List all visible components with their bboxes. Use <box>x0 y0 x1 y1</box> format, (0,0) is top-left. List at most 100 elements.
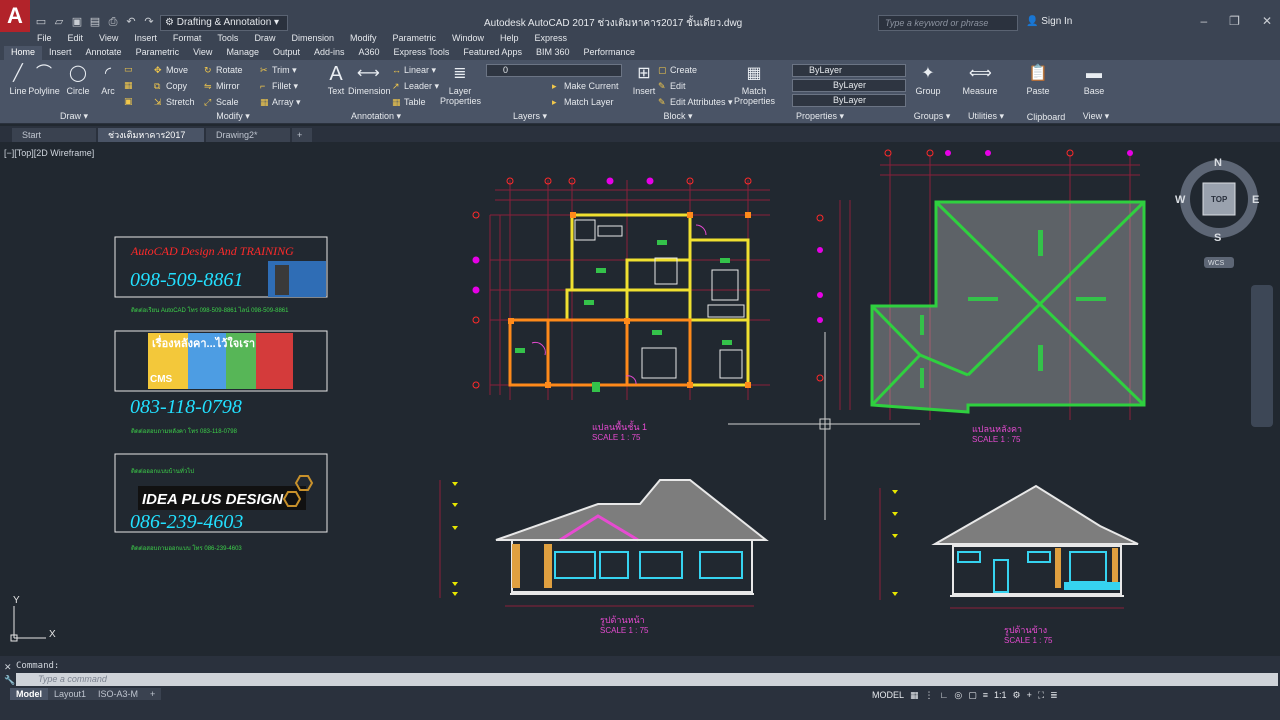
workspace-switcher[interactable]: ⚙ Drafting & Annotation ▾ <box>160 15 288 31</box>
panel-block-title[interactable]: Block ▾ <box>626 111 730 122</box>
grid-icon[interactable]: ▦ <box>910 688 919 702</box>
menu-insert[interactable]: Insert <box>134 32 157 46</box>
rotate-button[interactable]: ↻ Rotate <box>204 65 243 76</box>
dimension-button[interactable]: ⟷ Dimension <box>348 64 391 96</box>
restore-icon[interactable]: ❐ <box>1229 14 1240 28</box>
menu-dimension[interactable]: Dimension <box>291 32 334 46</box>
panel-properties-title[interactable]: Properties ▾ <box>732 111 908 122</box>
osnap-icon[interactable]: ▢ <box>968 688 977 702</box>
doc-tab-start[interactable]: Start <box>12 128 96 142</box>
match-properties-button[interactable]: ▦ Match Properties <box>734 64 775 106</box>
add-layout-icon[interactable]: + <box>144 688 162 700</box>
redo-icon[interactable]: ↷ <box>142 15 156 29</box>
save-icon[interactable]: ▣ <box>70 15 84 29</box>
table-button[interactable]: ▦ Table <box>392 97 426 108</box>
tab-insert[interactable]: Insert <box>42 46 79 60</box>
mirror-button[interactable]: ⇋ Mirror <box>204 81 240 92</box>
menu-modify[interactable]: Modify <box>350 32 377 46</box>
match-layer-button[interactable]: ▸ Match Layer <box>552 97 614 108</box>
edit-block-button[interactable]: ✎ Edit <box>658 81 686 92</box>
lineweight-icon[interactable]: ≡ <box>983 688 988 702</box>
insert-button[interactable]: ⊞ Insert <box>626 64 662 96</box>
edit-attributes-button[interactable]: ✎ Edit Attributes ▾ <box>658 97 733 108</box>
make-current-button[interactable]: ▸ Make Current <box>552 81 619 92</box>
sign-in-button[interactable]: 👤 Sign In <box>1026 16 1072 27</box>
gear-icon[interactable]: ⚙ <box>1013 688 1021 702</box>
layout-tab-layout1[interactable]: Layout1 <box>48 688 93 700</box>
panel-view-title[interactable]: View ▾ <box>1076 111 1116 122</box>
panel-annotation-title[interactable]: Annotation ▾ <box>318 111 434 122</box>
region-button[interactable]: ▣ <box>124 96 136 107</box>
group-button[interactable]: ✦ Group <box>910 64 946 96</box>
panel-groups-title[interactable]: Groups ▾ <box>910 111 954 122</box>
panel-layers-title[interactable]: Layers ▾ <box>436 111 624 122</box>
tab-view[interactable]: View <box>186 46 219 60</box>
menu-draw[interactable]: Draw <box>254 32 275 46</box>
doc-tab-current[interactable]: ช่วงเติมหาคาร2017 ชั้นเดียว <box>98 128 204 154</box>
autocad-logo-icon[interactable]: A <box>0 0 30 32</box>
doc-tab-drawing2[interactable]: Drawing2* <box>206 128 290 142</box>
arc-button[interactable]: ◜ Arc <box>90 64 126 96</box>
stretch-button[interactable]: ⇲ Stretch <box>154 97 195 108</box>
search-input[interactable]: Type a keyword or phrase <box>878 15 1018 31</box>
layer-dropdown[interactable]: 0 <box>486 64 622 77</box>
move-button[interactable]: ✥ Move <box>154 65 188 76</box>
polyline-button[interactable]: ⌒ Polyline <box>26 64 62 96</box>
rectangle-button[interactable]: ▭ <box>124 64 136 75</box>
measure-button[interactable]: ⟺ Measure <box>960 64 1000 96</box>
tab-output[interactable]: Output <box>266 46 307 60</box>
tab-bim-360[interactable]: BIM 360 <box>529 46 577 60</box>
fullscreen-icon[interactable]: ⛶ <box>1038 688 1044 702</box>
ortho-icon[interactable]: ∟ <box>940 688 949 702</box>
tab-performance[interactable]: Performance <box>576 46 642 60</box>
lineweight-dropdown[interactable]: ByLayer <box>792 94 906 107</box>
new-tab-icon[interactable]: + <box>292 128 312 142</box>
tab-parametric[interactable]: Parametric <box>129 46 187 60</box>
tab-a360[interactable]: A360 <box>352 46 387 60</box>
polar-icon[interactable]: ◎ <box>954 688 962 702</box>
menu-express[interactable]: Express <box>535 32 568 46</box>
tab-home[interactable]: Home <box>4 46 43 60</box>
close-icon[interactable]: ✕ <box>1262 14 1272 28</box>
annotation-scale-button[interactable]: 1:1 <box>994 688 1007 702</box>
tab-featured-apps[interactable]: Featured Apps <box>456 46 529 60</box>
color-dropdown[interactable]: ByLayer <box>792 64 906 77</box>
menu-tools[interactable]: Tools <box>217 32 238 46</box>
print-icon[interactable]: ⎙ <box>106 15 120 29</box>
base-button[interactable]: ▬ Base <box>1076 64 1112 96</box>
layout-tab-iso-a3[interactable]: ISO-A3-M <box>92 688 145 700</box>
menu-parametric[interactable]: Parametric <box>393 32 437 46</box>
create-block-button[interactable]: ▢ Create <box>658 65 697 76</box>
close-command-icon[interactable]: ✕ <box>4 662 12 673</box>
leader-button[interactable]: ↗ Leader ▾ <box>392 81 439 92</box>
array-button[interactable]: ▦ Array ▾ <box>260 97 301 108</box>
panel-draw-title[interactable]: Draw ▾ <box>0 111 148 122</box>
linear-button[interactable]: ↔ Linear ▾ <box>392 65 436 76</box>
fillet-button[interactable]: ⌐ Fillet ▾ <box>260 81 298 92</box>
tab-add-ins[interactable]: Add-ins <box>307 46 352 60</box>
hatch-button[interactable]: ▦ <box>124 80 136 91</box>
open-icon[interactable]: ▱ <box>52 15 66 29</box>
drawing-canvas[interactable] <box>0 142 1280 654</box>
menu-help[interactable]: Help <box>500 32 519 46</box>
viewport-controls[interactable]: [−][Top][2D Wireframe] <box>4 148 94 158</box>
command-settings-icon[interactable]: 🔧 <box>4 675 15 686</box>
panel-utilities-title[interactable]: Utilities ▾ <box>956 111 1016 122</box>
save-as-icon[interactable]: ▤ <box>88 15 102 29</box>
menu-format[interactable]: Format <box>173 32 202 46</box>
snap-icon[interactable]: ⋮ <box>925 688 934 702</box>
tab-annotate[interactable]: Annotate <box>79 46 129 60</box>
menu-window[interactable]: Window <box>452 32 484 46</box>
new-icon[interactable]: ▭ <box>34 15 48 29</box>
copy-button[interactable]: ⧉ Copy <box>154 81 187 92</box>
paste-button[interactable]: 📋 Paste <box>1020 64 1056 96</box>
tab-manage[interactable]: Manage <box>219 46 266 60</box>
undo-icon[interactable]: ↶ <box>124 15 138 29</box>
layer-properties-button[interactable]: ≣ Layer Properties <box>440 64 481 106</box>
plus-icon[interactable]: + <box>1027 688 1032 702</box>
command-input[interactable]: Type a command <box>16 673 1278 686</box>
menu-view[interactable]: View <box>99 32 118 46</box>
minimize-icon[interactable]: – <box>1200 14 1207 28</box>
customize-icon[interactable]: ≣ <box>1050 688 1058 702</box>
trim-button[interactable]: ✂ Trim ▾ <box>260 65 297 76</box>
